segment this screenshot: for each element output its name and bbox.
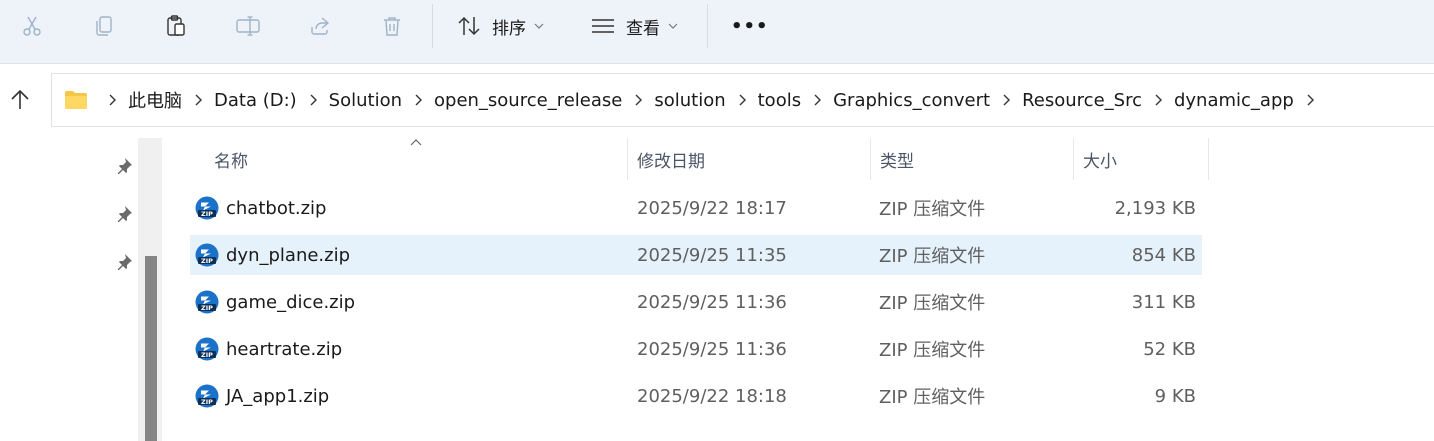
toolbar-separator bbox=[707, 4, 708, 48]
share-icon bbox=[311, 17, 330, 35]
breadcrumb-this-pc[interactable]: 此电脑 bbox=[128, 87, 182, 113]
file-name: game_dice.zip bbox=[226, 291, 356, 313]
file-name: chatbot.zip bbox=[226, 197, 327, 219]
zip-file-icon: ZIP bbox=[195, 337, 219, 361]
pin-icon[interactable] bbox=[115, 205, 133, 223]
file-size: 2,193 KB bbox=[1114, 197, 1196, 219]
breadcrumb-dynamic-app[interactable]: dynamic_app bbox=[1174, 90, 1294, 111]
chevron-down-icon bbox=[668, 23, 678, 29]
pin-icon[interactable] bbox=[115, 253, 133, 271]
chevron-right-icon[interactable] bbox=[735, 93, 749, 107]
chevron-right-icon[interactable] bbox=[306, 93, 320, 107]
scissors-icon bbox=[23, 16, 41, 36]
file-type: ZIP 压缩文件 bbox=[879, 199, 986, 220]
column-header-size[interactable]: 大小 bbox=[1083, 138, 1117, 180]
file-type: ZIP 压缩文件 bbox=[879, 340, 986, 361]
share-button[interactable] bbox=[302, 6, 338, 46]
file-type: ZIP 压缩文件 bbox=[879, 246, 986, 267]
sort-label: 排序 bbox=[492, 18, 526, 39]
rename-button[interactable] bbox=[230, 6, 266, 46]
copy-button[interactable] bbox=[86, 6, 122, 46]
zip-file-icon: ZIP bbox=[195, 384, 219, 408]
column-divider[interactable] bbox=[627, 138, 628, 180]
copy-icon bbox=[96, 16, 112, 36]
chevron-right-icon[interactable] bbox=[631, 93, 645, 107]
file-type: ZIP 压缩文件 bbox=[879, 387, 986, 408]
sort-button[interactable]: 排序 bbox=[456, 6, 544, 46]
sort-ascending-icon bbox=[410, 139, 422, 146]
breadcrumb-data-drive[interactable]: Data (D:) bbox=[214, 90, 297, 111]
svg-text:ZIP: ZIP bbox=[201, 304, 213, 312]
chevron-right-icon[interactable] bbox=[1303, 93, 1317, 107]
sort-icon bbox=[458, 16, 480, 36]
chevron-right-icon[interactable] bbox=[191, 93, 205, 107]
chevron-right-icon[interactable] bbox=[999, 93, 1013, 107]
chevron-right-icon[interactable] bbox=[1151, 93, 1165, 107]
file-row[interactable]: ZIP dyn_plane.zip 2025/9/25 11:35 ZIP 压缩文件 8… bbox=[190, 235, 1202, 275]
svg-text:ZIP: ZIP bbox=[201, 210, 213, 218]
file-row[interactable]: ZIP JA_app1.zip 2025/9/22 18:18 ZIP 压缩文件 9 K… bbox=[190, 376, 1202, 416]
rename-icon bbox=[236, 16, 260, 36]
chevron-down-icon bbox=[534, 23, 544, 29]
view-label: 查看 bbox=[626, 18, 660, 39]
file-modified-date: 2025/9/25 11:36 bbox=[637, 291, 787, 313]
zip-file-icon: ZIP bbox=[195, 243, 219, 267]
file-size: 52 KB bbox=[1143, 338, 1196, 360]
zip-file-icon: ZIP bbox=[195, 196, 219, 220]
file-row[interactable]: ZIP chatbot.zip 2025/9/22 18:17 ZIP 压缩文件 2,1… bbox=[190, 188, 1202, 228]
breadcrumb-solution[interactable]: Solution bbox=[329, 90, 402, 111]
paste-button[interactable] bbox=[158, 6, 194, 46]
file-type: ZIP 压缩文件 bbox=[879, 293, 986, 314]
paste-icon bbox=[167, 15, 185, 36]
toolbar-separator bbox=[432, 4, 433, 48]
file-row[interactable]: ZIP heartrate.zip 2025/9/25 11:36 ZIP 压缩文件 5… bbox=[190, 329, 1202, 369]
file-size: 9 KB bbox=[1154, 385, 1196, 407]
file-name: heartrate.zip bbox=[226, 338, 343, 360]
chevron-right-icon[interactable] bbox=[411, 93, 425, 107]
column-divider[interactable] bbox=[870, 138, 871, 180]
column-divider[interactable] bbox=[1073, 138, 1074, 180]
file-name: JA_app1.zip bbox=[226, 385, 330, 407]
file-size: 854 KB bbox=[1131, 244, 1196, 266]
column-header-date[interactable]: 修改日期 bbox=[637, 138, 705, 180]
cut-button[interactable] bbox=[14, 6, 50, 46]
file-name: dyn_plane.zip bbox=[226, 244, 351, 266]
more-icon: ••• bbox=[731, 15, 769, 37]
breadcrumb-solution-sub[interactable]: solution bbox=[654, 90, 725, 111]
column-divider[interactable] bbox=[1208, 138, 1209, 180]
svg-text:ZIP: ZIP bbox=[201, 398, 213, 406]
breadcrumb-graphics-convert[interactable]: Graphics_convert bbox=[833, 90, 990, 111]
file-row[interactable]: ZIP game_dice.zip 2025/9/25 11:36 ZIP 压缩文件 3… bbox=[190, 282, 1202, 322]
up-arrow-button[interactable] bbox=[8, 88, 32, 112]
column-header-name[interactable]: 名称 bbox=[214, 138, 248, 180]
view-list-icon bbox=[592, 19, 614, 33]
file-modified-date: 2025/9/22 18:17 bbox=[637, 197, 787, 219]
command-bar: 排序 查看 ••• bbox=[0, 0, 1434, 64]
more-options-button[interactable]: ••• bbox=[731, 6, 769, 46]
file-modified-date: 2025/9/25 11:35 bbox=[637, 244, 787, 266]
chevron-right-icon[interactable] bbox=[810, 93, 824, 107]
svg-text:ZIP: ZIP bbox=[201, 257, 213, 265]
file-modified-date: 2025/9/25 11:36 bbox=[637, 338, 787, 360]
view-button[interactable]: 查看 bbox=[590, 6, 678, 46]
pin-icon[interactable] bbox=[115, 157, 133, 175]
chevron-right-icon[interactable] bbox=[105, 93, 119, 107]
file-modified-date: 2025/9/22 18:18 bbox=[637, 385, 787, 407]
address-bar[interactable]: 此电脑 Data (D:) Solution open_source_relea… bbox=[51, 73, 1434, 127]
breadcrumb-tools[interactable]: tools bbox=[758, 90, 801, 111]
folder-icon bbox=[65, 91, 87, 109]
svg-text:ZIP: ZIP bbox=[201, 351, 213, 359]
file-size: 311 KB bbox=[1131, 291, 1196, 313]
zip-file-icon: ZIP bbox=[195, 290, 219, 314]
column-header-type[interactable]: 类型 bbox=[880, 138, 914, 180]
arrow-up-icon bbox=[11, 89, 29, 109]
breadcrumb-resource-src[interactable]: Resource_Src bbox=[1022, 90, 1142, 111]
trash-icon bbox=[384, 17, 400, 36]
scrollbar-thumb[interactable] bbox=[145, 256, 157, 441]
delete-button[interactable] bbox=[374, 6, 410, 46]
breadcrumb-open-source-release[interactable]: open_source_release bbox=[434, 90, 622, 111]
